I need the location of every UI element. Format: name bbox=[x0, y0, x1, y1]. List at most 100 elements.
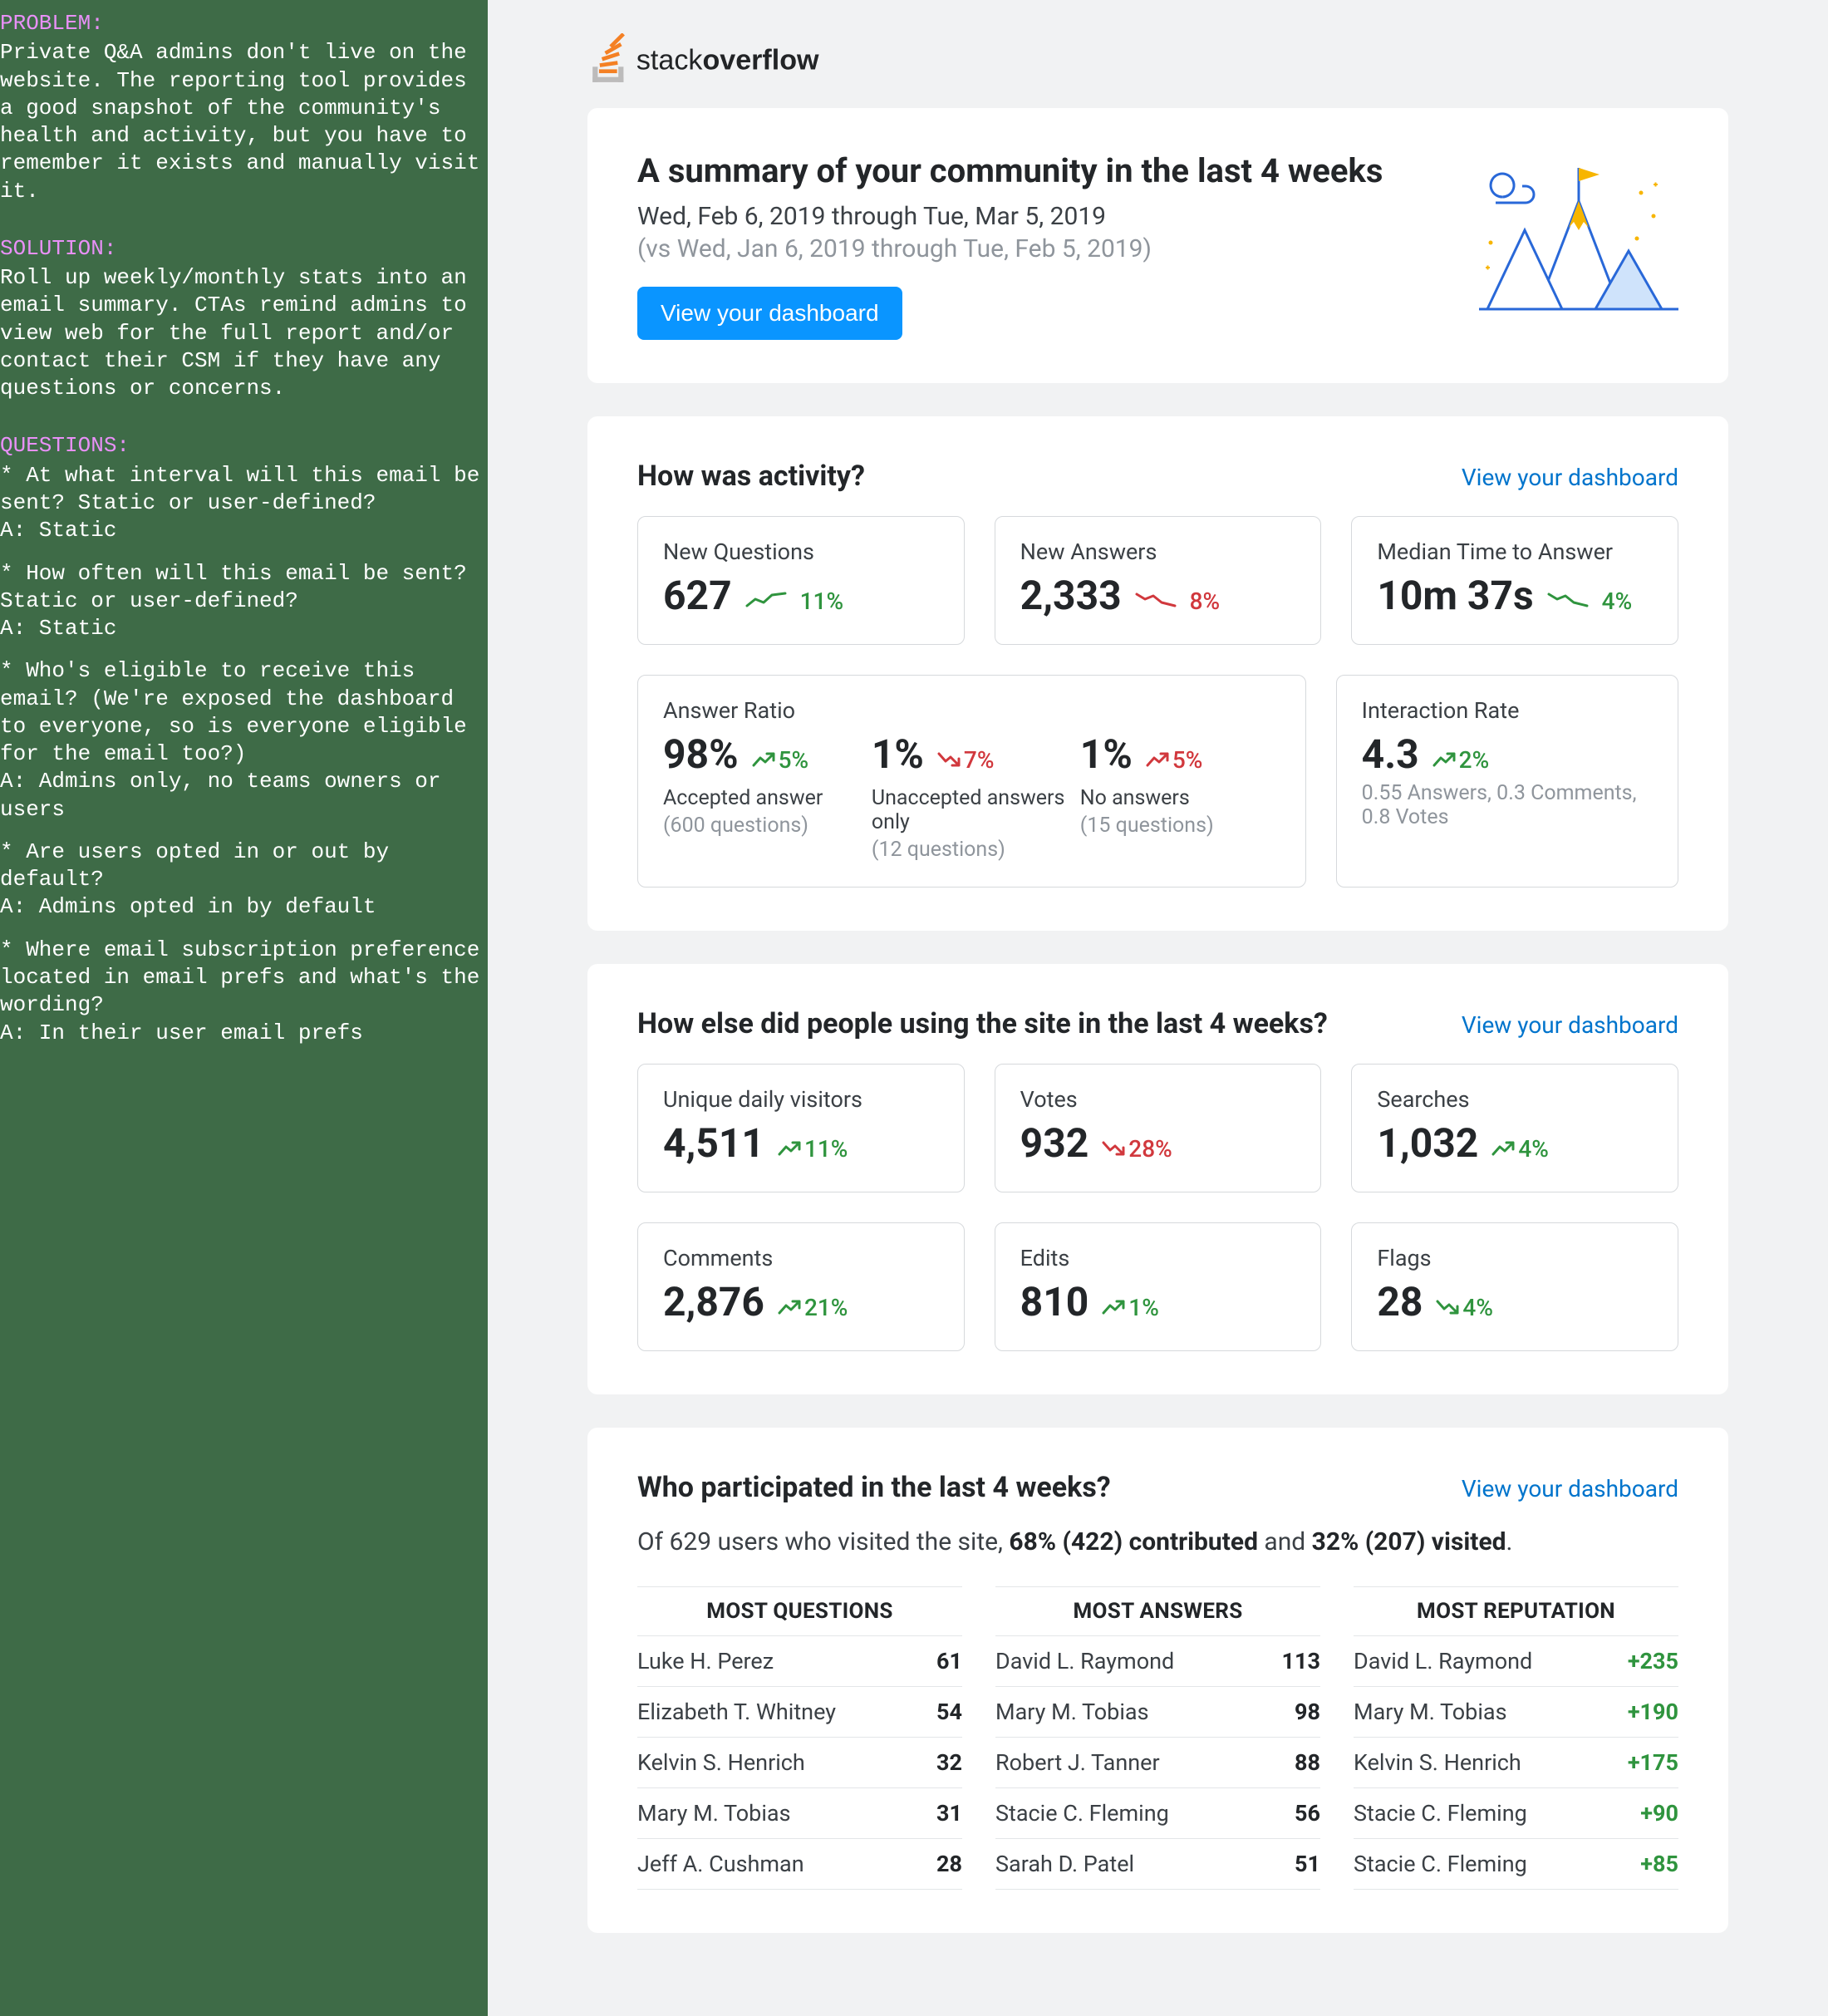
question-block: * Are users opted in or out by default?A… bbox=[0, 838, 481, 922]
trend-down-icon bbox=[1102, 1135, 1125, 1163]
activity-card: How was activity? View your dashboard Ne… bbox=[587, 416, 1728, 931]
stat-sublabel: No answers bbox=[1080, 786, 1280, 810]
leaderboard-row: Kelvin S. Henrich+175 bbox=[1354, 1737, 1678, 1787]
leaderboard-row: Stacie C. Fleming+85 bbox=[1354, 1838, 1678, 1890]
compare-range: (vs Wed, Jan 6, 2019 through Tue, Feb 5,… bbox=[637, 234, 1383, 263]
delta-indicator: 4% bbox=[1436, 1294, 1493, 1321]
stat-title: Unique daily visitors bbox=[663, 1086, 939, 1113]
delta-value: 4% bbox=[1462, 1294, 1493, 1321]
stat-meta: 0.55 Answers, 0.3 Comments, 0.8 Votes bbox=[1362, 781, 1653, 829]
leaderboard-column: MOST QUESTIONSLuke H. Perez61Elizabeth T… bbox=[637, 1586, 962, 1890]
sparkline-icon bbox=[745, 591, 787, 612]
stat-value: 98% bbox=[663, 730, 739, 778]
delta-indicator: 28% bbox=[1102, 1135, 1172, 1163]
trend-up-icon bbox=[1102, 1294, 1125, 1321]
stat-title: Edits bbox=[1020, 1245, 1296, 1271]
activity-dashboard-link[interactable]: View your dashboard bbox=[1462, 464, 1678, 491]
usage-dashboard-link[interactable]: View your dashboard bbox=[1462, 1011, 1678, 1039]
stat-title: Comments bbox=[663, 1245, 939, 1271]
trend-up-icon bbox=[752, 746, 775, 774]
stat-value: 28 bbox=[1377, 1278, 1423, 1325]
stat-card: New Answers 2,333 8% bbox=[995, 516, 1322, 645]
leaderboard-value: 56 bbox=[1295, 1800, 1320, 1827]
leaderboard-value: +90 bbox=[1640, 1800, 1678, 1827]
stat-card: Unique daily visitors4,51111% bbox=[637, 1064, 965, 1192]
stat-title: Searches bbox=[1377, 1086, 1653, 1113]
trend-down-icon bbox=[1436, 1294, 1459, 1321]
stat-title: Votes bbox=[1020, 1086, 1296, 1113]
user-name: Stacie C. Fleming bbox=[1354, 1800, 1527, 1827]
participation-intro: Of 629 users who visited the site, 68% (… bbox=[637, 1527, 1678, 1556]
stat-title: New Questions bbox=[663, 538, 939, 565]
answer-text: A: Admins opted in by default bbox=[0, 893, 481, 921]
solution-heading: SOLUTION: bbox=[0, 235, 481, 263]
question-block: * Where email subscription preference lo… bbox=[0, 937, 481, 1047]
participation-card: Who participated in the last 4 weeks? Vi… bbox=[587, 1428, 1728, 1933]
answer-ratio-card: Answer Ratio 98%5%Accepted answer(600 qu… bbox=[637, 675, 1306, 888]
stat-value: 932 bbox=[1020, 1119, 1089, 1167]
user-name: Mary M. Tobias bbox=[1354, 1699, 1507, 1725]
delta-value: 11% bbox=[800, 588, 843, 615]
delta-value: 11% bbox=[804, 1135, 848, 1163]
stat-title: Flags bbox=[1377, 1245, 1653, 1271]
question-block: * At what interval will this email be se… bbox=[0, 462, 481, 545]
ratio-column: 98%5%Accepted answer(600 questions) bbox=[663, 730, 863, 862]
leaderboard-value: 54 bbox=[936, 1699, 962, 1725]
usage-card: How else did people using the site in th… bbox=[587, 964, 1728, 1394]
user-name: Stacie C. Fleming bbox=[995, 1800, 1169, 1827]
problem-heading: PROBLEM: bbox=[0, 10, 481, 37]
delta-value: 8% bbox=[1190, 588, 1221, 615]
stat-value: 627 bbox=[663, 572, 732, 619]
stat-value: 10m 37s bbox=[1377, 572, 1533, 619]
questions-heading: QUESTIONS: bbox=[0, 432, 481, 460]
leaderboard-heading: MOST REPUTATION bbox=[1354, 1586, 1678, 1635]
delta-indicator: 21% bbox=[778, 1294, 848, 1321]
stat-value: 2,333 bbox=[1020, 572, 1122, 619]
stat-title: New Answers bbox=[1020, 538, 1296, 565]
delta-value: 28% bbox=[1128, 1135, 1172, 1163]
answer-text: A: Static bbox=[0, 615, 481, 642]
leaderboard-row: Sarah D. Patel51 bbox=[995, 1838, 1320, 1890]
leaderboard-heading: MOST ANSWERS bbox=[995, 1586, 1320, 1635]
answer-text: A: Admins only, no teams owners or users bbox=[0, 768, 481, 824]
stat-card: Flags 28 4% bbox=[1351, 1222, 1678, 1351]
leaderboard-heading: MOST QUESTIONS bbox=[637, 1586, 962, 1635]
delta-indicator: 5% bbox=[1146, 746, 1203, 774]
delta-value: 2% bbox=[1459, 746, 1490, 774]
email-preview: stackoverflow A summary of your communit… bbox=[488, 0, 1828, 2016]
delta-value: 5% bbox=[1172, 746, 1203, 774]
stat-card: Searches1,0324% bbox=[1351, 1064, 1678, 1192]
stat-sublabel: Accepted answer bbox=[663, 786, 863, 810]
participation-dashboard-link[interactable]: View your dashboard bbox=[1462, 1475, 1678, 1502]
leaderboard-row: Kelvin S. Henrich32 bbox=[637, 1737, 962, 1787]
view-dashboard-button[interactable]: View your dashboard bbox=[637, 287, 902, 340]
delta-value: 1% bbox=[1128, 1294, 1159, 1321]
stat-meta: (12 questions) bbox=[872, 838, 1072, 862]
leaderboard-value: 32 bbox=[936, 1749, 962, 1776]
leaderboard-row: Elizabeth T. Whitney54 bbox=[637, 1686, 962, 1737]
user-name: Mary M. Tobias bbox=[637, 1800, 791, 1827]
leaderboard-row: David L. Raymond+235 bbox=[1354, 1635, 1678, 1686]
stat-card: Votes 932 28% bbox=[995, 1064, 1322, 1192]
interaction-rate-card: Interaction Rate 4.3 2% 0.55 Answers, 0.… bbox=[1336, 675, 1678, 888]
leaderboard-value: +190 bbox=[1628, 1699, 1678, 1725]
question-block: * Who's eligible to receive this email? … bbox=[0, 657, 481, 824]
leaderboard-column: MOST ANSWERSDavid L. Raymond113Mary M. T… bbox=[995, 1586, 1320, 1890]
trend-up-icon bbox=[1146, 746, 1169, 774]
stat-card: Median Time to Answer10m 37s4% bbox=[1351, 516, 1678, 645]
user-name: Kelvin S. Henrich bbox=[1354, 1749, 1521, 1776]
delta-indicator: 7% bbox=[937, 746, 995, 774]
stat-value: 810 bbox=[1020, 1278, 1089, 1325]
answer-text: A: In their user email prefs bbox=[0, 1020, 481, 1047]
leaderboard-row: Stacie C. Fleming 56 bbox=[995, 1787, 1320, 1838]
question-block: * How often will this email be sent? Sta… bbox=[0, 560, 481, 643]
trend-up-icon bbox=[778, 1135, 801, 1163]
leaderboard-value: 88 bbox=[1295, 1749, 1320, 1776]
leaderboard-row: Robert J. Tanner88 bbox=[995, 1737, 1320, 1787]
leaderboard-row: David L. Raymond113 bbox=[995, 1635, 1320, 1686]
stat-meta: (15 questions) bbox=[1080, 814, 1280, 838]
user-name: David L. Raymond bbox=[995, 1648, 1174, 1674]
leaderboard-row: Luke H. Perez61 bbox=[637, 1635, 962, 1686]
trend-down-icon bbox=[937, 746, 961, 774]
delta-indicator: 4% bbox=[1491, 1135, 1549, 1163]
